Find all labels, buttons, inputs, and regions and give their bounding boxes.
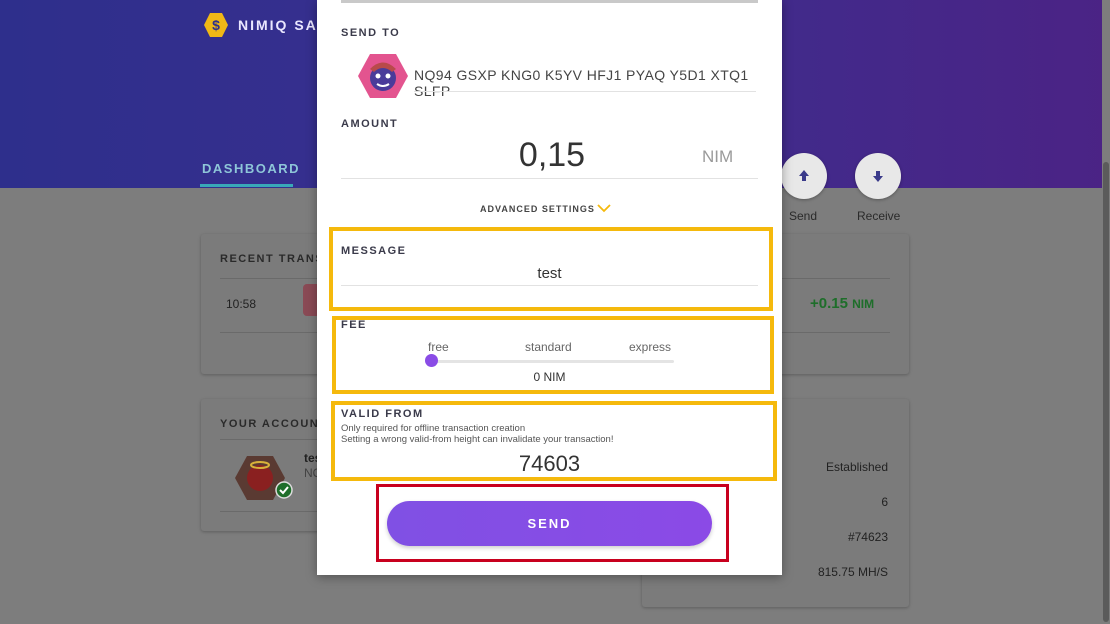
send-action-label: Send [789, 209, 818, 223]
message-label: MESSAGE [341, 245, 407, 257]
arrow-up-icon [799, 170, 809, 181]
message-input[interactable]: test [341, 265, 758, 282]
peer-count: 6 [881, 495, 888, 509]
transaction-time: 10:58 [226, 297, 257, 311]
tab-active-indicator [200, 184, 293, 187]
amount-underline [341, 178, 758, 179]
message-underline [341, 285, 758, 286]
send-to-label: SEND TO [341, 27, 401, 39]
advanced-settings-toggle[interactable]: ADVANCED SETTINGS [480, 204, 595, 214]
receive-action-button[interactable] [855, 153, 901, 199]
recipient-identicon [358, 54, 408, 98]
scrollbar-thumb[interactable] [1103, 162, 1109, 622]
amount-unit: NIM [702, 147, 734, 166]
tab-dashboard[interactable]: DASHBOARD [202, 161, 300, 176]
nimiq-logo-icon: $ [204, 13, 228, 37]
fee-slider-track[interactable] [431, 360, 674, 363]
verified-check-icon [275, 481, 293, 499]
fee-option-free[interactable]: free [428, 340, 449, 354]
fee-label: FEE [341, 319, 367, 331]
hashrate: 815.75 MH/S [817, 565, 888, 579]
send-transaction-modal: SEND TO NQ94 GSXP KNG0 K5YV HFJ1 PYAQ Y5… [317, 0, 782, 575]
valid-from-input[interactable]: 74603 [341, 451, 758, 477]
brand-name: NIMIQ SAF [238, 17, 329, 33]
amount-label: AMOUNT [341, 118, 399, 130]
amount-input[interactable]: 0,15 [477, 136, 627, 175]
consensus-status: Established [825, 460, 888, 474]
block-height: #74623 [847, 530, 888, 544]
page-scrollbar[interactable] [1102, 0, 1110, 624]
svg-text:$: $ [212, 17, 220, 33]
fee-slider-handle[interactable] [425, 354, 438, 367]
address-underline [414, 91, 756, 92]
valid-from-warning: Setting a wrong valid-from height can in… [341, 434, 614, 445]
fee-option-express[interactable]: express [629, 340, 671, 354]
transaction-amount: +0.15 NIM [810, 295, 875, 312]
valid-from-note: Only required for offline transaction cr… [341, 423, 526, 434]
valid-from-label: VALID FROM [341, 408, 424, 420]
modal-top-divider [341, 0, 758, 3]
send-button[interactable]: SEND [387, 501, 712, 546]
arrow-down-icon [873, 171, 883, 182]
fee-value: 0 NIM [533, 370, 566, 384]
receive-action-label: Receive [857, 209, 901, 223]
your-accounts-title: YOUR ACCOUN [220, 418, 320, 430]
chevron-down-icon[interactable] [597, 202, 611, 214]
fee-option-standard[interactable]: standard [525, 340, 572, 354]
recipient-address[interactable]: NQ94 GSXP KNG0 K5YV HFJ1 PYAQ Y5D1 XTQ1 … [414, 67, 782, 99]
send-action-button[interactable] [781, 153, 827, 199]
recent-transactions-title: RECENT TRANS [220, 253, 325, 265]
